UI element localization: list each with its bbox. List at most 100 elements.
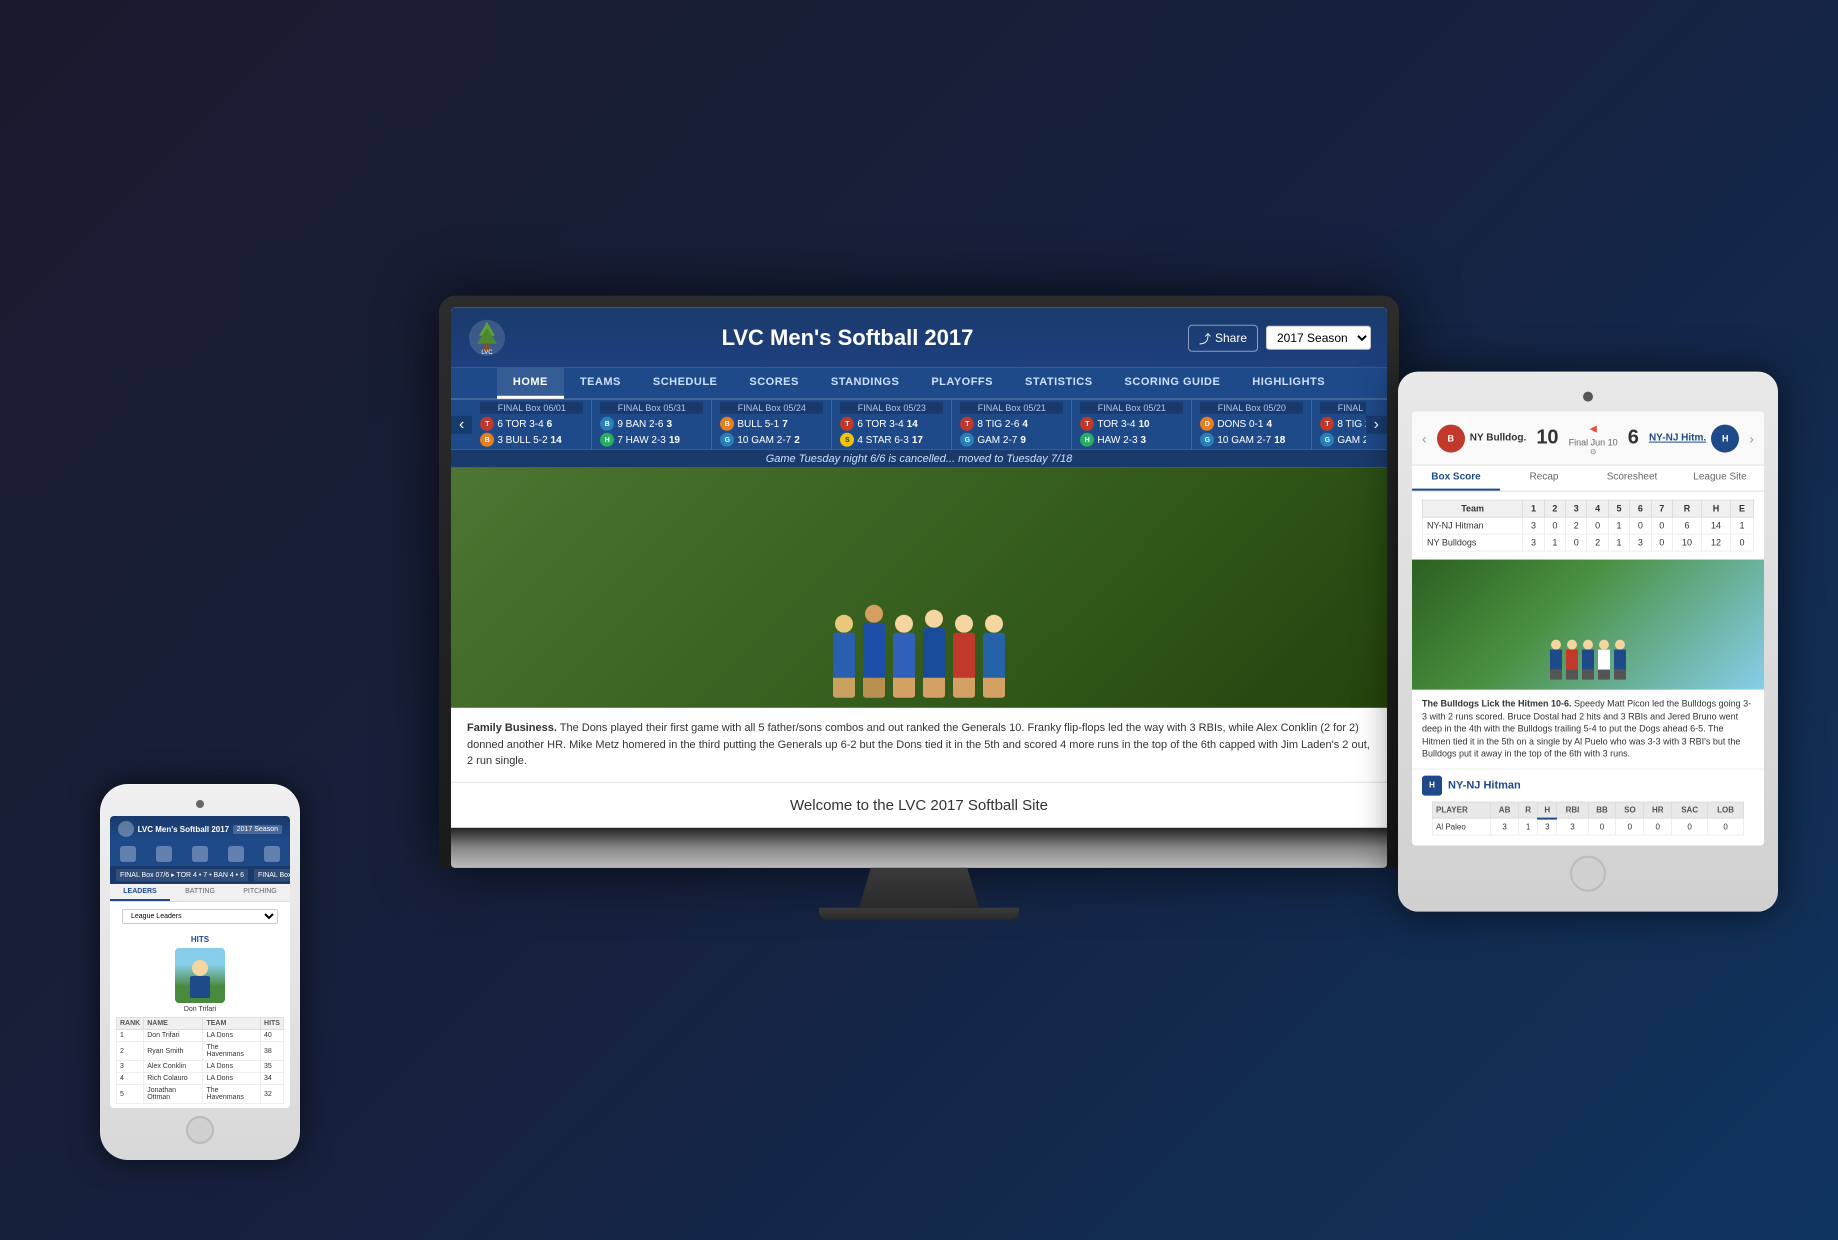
- team-icon-tor3: T: [1080, 417, 1094, 431]
- team-name-bull2: BULL 5-1: [737, 418, 779, 429]
- nav-standings[interactable]: STANDINGS: [815, 368, 915, 399]
- scores-next-arrow[interactable]: ›: [1366, 416, 1387, 434]
- score-row-8b: G GAM 2-7 9: [1320, 432, 1365, 448]
- phone-nav-home-icon[interactable]: [120, 846, 136, 862]
- announcement-text: Game Tuesday night 6/6 is cancelled... m…: [766, 453, 1073, 465]
- player-head-4: [925, 610, 943, 628]
- tablet-tab-leaguesite[interactable]: League Site: [1676, 466, 1764, 491]
- team-3: LA Dons: [203, 1061, 261, 1073]
- phone-stats-table: RANK NAME TEAM HITS 1 Don Trifari LA Don…: [116, 1017, 284, 1104]
- tablet-home-name-text: NY-NJ Hitm.: [1649, 433, 1706, 444]
- logo-icon: LVC: [467, 318, 507, 358]
- phone-tab-batting[interactable]: BATTING: [170, 884, 230, 901]
- mini-person-5: [1614, 640, 1626, 680]
- tablet-game-sub: ⚙: [1569, 448, 1618, 457]
- rank-4: 4: [117, 1073, 144, 1085]
- score-haw2: 3: [1141, 434, 1147, 445]
- nav-teams[interactable]: TEAMS: [564, 368, 637, 399]
- player-head-6: [985, 615, 1003, 633]
- score-row-7b: G 10 GAM 2-7 18: [1200, 432, 1303, 448]
- hits-2: 38: [261, 1042, 284, 1061]
- nav-playoffs[interactable]: PLAYOFFS: [915, 368, 1009, 399]
- hero-players: [451, 468, 1387, 708]
- tablet-next-arrow[interactable]: ›: [1749, 430, 1754, 446]
- phone-nav-stats-icon[interactable]: [228, 846, 244, 862]
- player-head-2: [865, 605, 883, 623]
- tablet-camera: [1583, 392, 1593, 402]
- pt-r: 1: [1519, 819, 1538, 836]
- mini-body-4: [1598, 650, 1610, 670]
- scores-prev-arrow[interactable]: ‹: [451, 416, 472, 434]
- tablet-home-score: 6: [1628, 427, 1639, 450]
- col-h: H: [1702, 500, 1731, 517]
- name-4: Rich Colauro: [144, 1073, 203, 1085]
- psm-card-1: FINAL Box 07/6 ▸ TOR 4 • 7 • BAN 4 • 6: [116, 869, 248, 881]
- mini-legs-5: [1614, 670, 1626, 680]
- row1-team: NY-NJ Hitman: [1423, 517, 1523, 534]
- team-name-tor3: TOR 3-4: [1097, 418, 1135, 429]
- tablet-home-button[interactable]: [1570, 856, 1606, 892]
- welcome-title: Welcome to the LVC 2017 Softball Site: [465, 796, 1373, 813]
- row2-h: 12: [1702, 534, 1731, 551]
- score-card-7: FINAL Box 05/20 D DONS 0-1 4 G 10 GAM 2-…: [1192, 400, 1312, 450]
- site-title: LVC Men's Softball 2017: [507, 325, 1188, 351]
- nav-scores[interactable]: SCORES: [733, 368, 814, 399]
- phone-tab-pitching[interactable]: PITCHING: [230, 884, 290, 901]
- tablet: ‹ B NY Bulldog. 10 ◄ Final Jun 10 ⚙: [1398, 372, 1778, 912]
- phone-home-button[interactable]: [186, 1116, 214, 1144]
- row2-6: 3: [1630, 534, 1651, 551]
- tablet-game-label: Final Jun 10: [1569, 438, 1618, 448]
- row1-6: 0: [1630, 517, 1651, 534]
- tablet-tab-recap[interactable]: Recap: [1500, 466, 1588, 491]
- phone-hits-section: HITS Don Trifari RANK NAME: [110, 931, 290, 1108]
- tablet-tab-scoresheet[interactable]: Scoresheet: [1588, 466, 1676, 491]
- mini-body-2: [1566, 650, 1578, 670]
- score-haw: 19: [669, 434, 680, 445]
- nav-highlights[interactable]: HIGHLIGHTS: [1236, 368, 1341, 399]
- monitor-frame: LVC LVC Men's Softball 2017 ⤴ Share 2017…: [439, 296, 1399, 868]
- team-name-bull: 3 BULL 5-2: [497, 434, 547, 445]
- phone-nav-schedule-icon[interactable]: [192, 846, 208, 862]
- mini-head-3: [1583, 640, 1593, 650]
- nav-schedule[interactable]: SCHEDULE: [637, 368, 734, 399]
- pt-col-h: H: [1538, 802, 1557, 819]
- phone-league-select[interactable]: League Leaders: [122, 909, 278, 924]
- score-gam: 2: [794, 434, 800, 445]
- tablet-away-score-num: 10: [1536, 427, 1558, 449]
- pt-ab: 3: [1491, 819, 1519, 836]
- phone-tab-leaders[interactable]: LEADERS: [110, 884, 170, 901]
- rank-3: 3: [117, 1061, 144, 1073]
- score-date-4: FINAL Box 05/23: [840, 402, 943, 414]
- team-icon-gam: G: [720, 433, 734, 447]
- nav-scoring-guide[interactable]: SCORING GUIDE: [1109, 368, 1237, 399]
- mini-head-5: [1615, 640, 1625, 650]
- team-icon-tig2: T: [1320, 417, 1334, 431]
- team-name-haw: 7 HAW 2-3: [617, 434, 666, 445]
- score-star: 17: [912, 434, 923, 445]
- score-ban: 3: [666, 418, 672, 429]
- nav-statistics[interactable]: STATISTICS: [1009, 368, 1109, 399]
- score-row-5a: T 8 TIG 2-6 4: [960, 416, 1063, 432]
- site-header: LVC LVC Men's Softball 2017 ⤴ Share 2017…: [451, 308, 1387, 368]
- tablet-prev-arrow[interactable]: ‹: [1422, 430, 1427, 446]
- row2-1: 3: [1523, 534, 1544, 551]
- tablet-tab-boxscore[interactable]: Box Score: [1412, 466, 1500, 491]
- phone-nav-more-icon[interactable]: [264, 846, 280, 862]
- mini-legs-2: [1566, 670, 1578, 680]
- phone-nav-teams-icon[interactable]: [156, 846, 172, 862]
- col-r: R: [1673, 500, 1702, 517]
- row2-2: 1: [1544, 534, 1565, 551]
- player-legs-3: [893, 678, 915, 698]
- mini-person-2: [1566, 640, 1578, 680]
- score-date-7: FINAL Box 05/20: [1200, 402, 1303, 414]
- score-row-3a: B BULL 5-1 7: [720, 416, 823, 432]
- team-name-haw2: HAW 2-3: [1097, 434, 1137, 445]
- season-select[interactable]: 2017 Season: [1266, 326, 1371, 350]
- scores-bar: ‹ FINAL Box 06/01 T 6 TOR 3-4 6 B 3 B: [451, 399, 1387, 450]
- score-date-1: FINAL Box 06/01: [480, 402, 583, 414]
- nav-home[interactable]: HOME: [497, 368, 564, 399]
- hits-1: 40: [261, 1030, 284, 1042]
- team-name-ban: 9 BAN 2-6: [617, 418, 663, 429]
- share-button[interactable]: ⤴ Share: [1188, 324, 1258, 351]
- team-name-gam: 10 GAM 2-7: [737, 434, 791, 445]
